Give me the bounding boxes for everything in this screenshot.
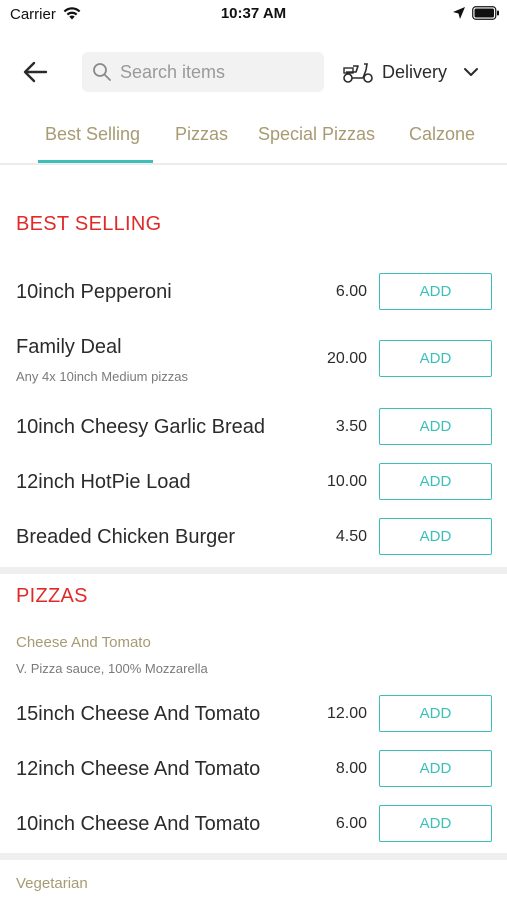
header: Delivery	[0, 50, 507, 94]
add-button[interactable]: ADD	[379, 273, 492, 310]
add-button[interactable]: ADD	[379, 463, 492, 500]
item-name: 10inch Pepperoni	[16, 281, 172, 303]
delivery-label: Delivery	[382, 62, 448, 82]
subcategory-description: V. Pizza sauce, 100% Mozzarella	[16, 661, 208, 676]
subcategory-title: Vegetarian	[16, 875, 88, 892]
section-title-pizzas: PIZZAS	[16, 585, 88, 607]
item-price: 3.50	[335, 418, 367, 435]
category-tabs: Best Selling Pizzas Special Pizzas Calzo…	[0, 110, 507, 165]
item-name: 10inch Cheese And Tomato	[16, 813, 261, 835]
item-name: 12inch HotPie Load	[16, 471, 191, 493]
item-price: 12.00	[326, 705, 367, 722]
section-divider	[0, 567, 507, 574]
item-description: Any 4x 10inch Medium pizzas	[16, 369, 188, 384]
item-price: 6.00	[335, 283, 367, 300]
active-tab-indicator	[38, 160, 153, 163]
item-price: 6.00	[335, 815, 367, 832]
status-bar: Carrier 10:37 AM	[0, 0, 507, 30]
scooter-icon	[343, 63, 373, 83]
add-button[interactable]: ADD	[379, 695, 492, 732]
item-name: 12inch Cheese And Tomato	[16, 758, 261, 780]
add-button[interactable]: ADD	[379, 805, 492, 842]
location-arrow-icon	[453, 7, 465, 19]
item-price: 8.00	[335, 760, 367, 777]
item-name: 15inch Cheese And Tomato	[16, 703, 261, 725]
item-price: 10.00	[326, 473, 367, 490]
tab-special-pizzas[interactable]: Special Pizzas	[258, 124, 375, 145]
back-arrow-icon[interactable]	[20, 58, 52, 86]
item-name: Breaded Chicken Burger	[16, 526, 236, 548]
battery-icon	[472, 6, 499, 20]
section-divider	[0, 853, 507, 860]
add-button[interactable]: ADD	[379, 518, 492, 555]
delivery-selector[interactable]: Delivery	[340, 54, 490, 90]
tab-best-selling[interactable]: Best Selling	[45, 124, 140, 145]
tab-calzone[interactable]: Calzone	[409, 124, 475, 145]
search-input[interactable]	[120, 52, 316, 92]
section-title-best-selling: BEST SELLING	[16, 213, 162, 235]
chevron-down-icon	[464, 68, 478, 76]
item-price: 20.00	[326, 350, 367, 367]
subcategory-title: Cheese And Tomato	[16, 634, 151, 651]
item-price: 4.50	[335, 528, 367, 545]
search-icon	[93, 63, 111, 81]
search-bar[interactable]	[82, 52, 324, 92]
clock: 10:37 AM	[220, 5, 287, 22]
add-button[interactable]: ADD	[379, 750, 492, 787]
item-name: 10inch Cheesy Garlic Bread	[16, 416, 266, 438]
add-button[interactable]: ADD	[379, 340, 492, 377]
tab-pizzas[interactable]: Pizzas	[175, 124, 228, 145]
add-button[interactable]: ADD	[379, 408, 492, 445]
item-name: Family Deal	[16, 336, 122, 358]
